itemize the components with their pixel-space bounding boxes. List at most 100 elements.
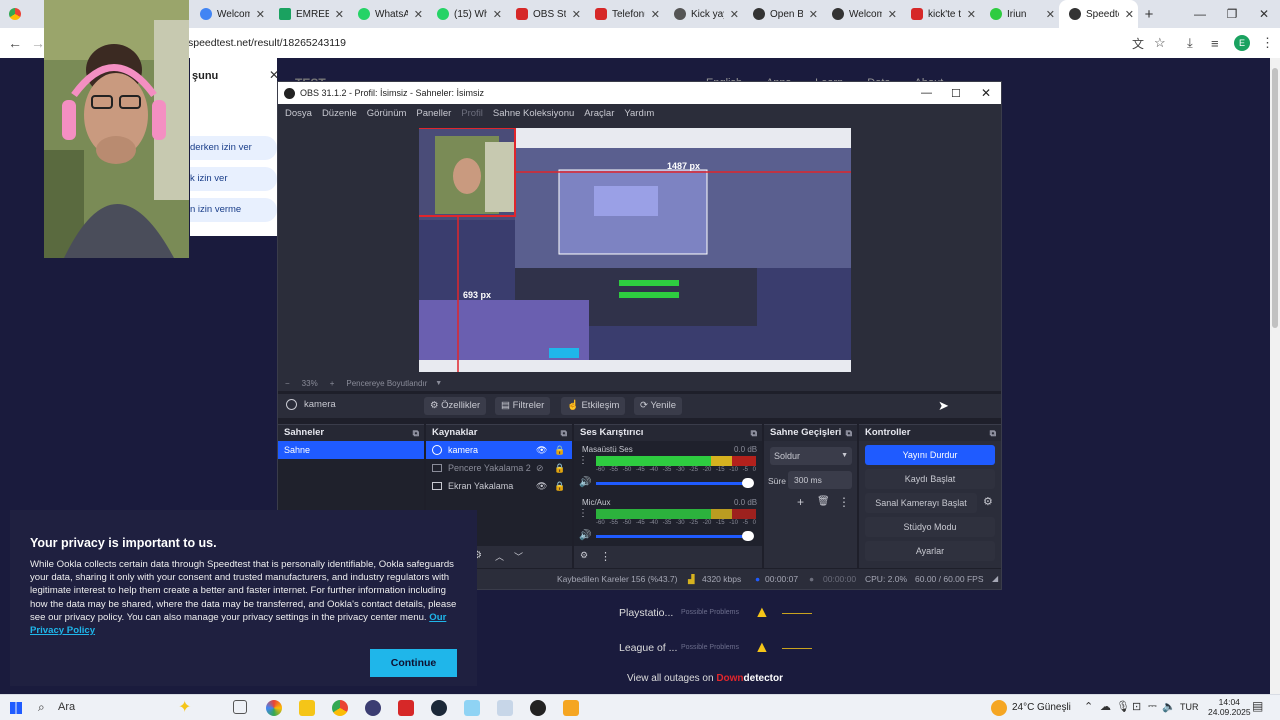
lock-icon[interactable]: 🔒	[554, 459, 565, 477]
channel-menu-icon[interactable]: ⋮	[578, 455, 588, 466]
download-icon[interactable]: ⤓	[1187, 35, 1193, 51]
dock-float-icon[interactable]: ⧉	[751, 425, 757, 441]
steam-icon[interactable]	[431, 700, 447, 716]
maximize-window-icon[interactable]: ❐	[1216, 7, 1248, 21]
outage-name[interactable]: Playstatio...	[619, 607, 673, 619]
view-all-outages-link[interactable]: View all outages on Downdetector	[627, 673, 783, 684]
dock-float-icon[interactable]: ⧉	[561, 425, 567, 441]
task-view-icon[interactable]	[233, 700, 247, 714]
dock-float-icon[interactable]: ⧉	[846, 425, 852, 441]
taskbar-search[interactable]: Ara	[58, 701, 75, 713]
obs-minimize-icon[interactable]: —	[921, 87, 932, 99]
resize-grip-icon[interactable]: ◢	[992, 574, 998, 583]
channel-menu-icon[interactable]: ⋮	[578, 508, 588, 519]
bookmark-star-icon[interactable]: ☆	[1154, 35, 1166, 51]
tray-window-icon[interactable]: ⊡	[1132, 700, 1141, 713]
obs-maximize-icon[interactable]: ☐	[951, 87, 961, 100]
menu-paneller[interactable]: Paneller	[416, 108, 451, 119]
browser-tab[interactable]: OBS Stu✕	[506, 0, 585, 28]
scene-item[interactable]: Sahne	[278, 441, 424, 459]
dock-float-icon[interactable]: ⧉	[413, 425, 419, 441]
duration-spinbox[interactable]: 300 ms	[788, 471, 852, 489]
minimize-window-icon[interactable]: —	[1184, 7, 1216, 21]
close-tab-icon[interactable]: ✕	[730, 8, 739, 21]
browser-tab[interactable]: EMREER✕	[269, 0, 348, 28]
close-tab-icon[interactable]: ✕	[651, 8, 660, 21]
chrome-menu-icon[interactable]	[0, 0, 30, 28]
profile-avatar[interactable]: E	[1234, 35, 1250, 51]
start-virtual-camera-button[interactable]: Sanal Kamerayı Başlat	[865, 493, 977, 513]
advanced-audio-icon[interactable]: ⚙	[580, 550, 588, 561]
browser-tab[interactable]: Welcome✕	[822, 0, 901, 28]
close-window-icon[interactable]: ✕	[1248, 7, 1280, 21]
browser-tab[interactable]: kick'te ta✕	[901, 0, 980, 28]
page-scrollbar[interactable]	[1270, 58, 1280, 694]
browser-tab[interactable]: Open Br✕	[743, 0, 822, 28]
close-tab-icon[interactable]: ✕	[888, 8, 897, 21]
url-field[interactable]: speedtest.net/result/18265243119	[188, 28, 346, 58]
menu-sahne-koleksiyonu[interactable]: Sahne Koleksiyonu	[493, 108, 574, 119]
move-down-icon[interactable]: ﹀	[514, 550, 523, 563]
close-tab-icon[interactable]: ✕	[1046, 8, 1055, 21]
popup-option-dont-allow[interactable]: n izin verme	[190, 198, 277, 222]
volume-slider[interactable]	[596, 535, 748, 538]
properties-button[interactable]: ⚙ Özellikler	[424, 397, 487, 415]
remove-transition-icon[interactable]: 🗑	[817, 496, 830, 507]
visibility-eye-icon[interactable]: 👁	[536, 441, 547, 459]
popup-option-allow-once[interactable]: k izin ver	[190, 167, 277, 191]
browser-tab[interactable]: WhatsApp✕	[348, 0, 427, 28]
microphone-icon[interactable]: 🎙	[1116, 700, 1130, 713]
preview-canvas[interactable]: 1487 px 693 px	[419, 128, 851, 372]
close-tab-icon[interactable]: ✕	[335, 8, 344, 21]
tray-chevron-icon[interactable]: ⌃	[1084, 700, 1093, 713]
tray-app-icon[interactable]: ☁	[1100, 700, 1111, 713]
studio-mode-button[interactable]: Stüdyo Modu	[865, 517, 995, 537]
popup-close-icon[interactable]: ✕	[269, 68, 279, 82]
app-orange-icon[interactable]	[563, 700, 579, 716]
browser-tab[interactable]: Welcome✕	[190, 0, 269, 28]
menu-araclar[interactable]: Araçlar	[584, 108, 614, 119]
new-tab-button[interactable]: +	[1138, 6, 1160, 23]
obs-taskbar-icon[interactable]	[530, 700, 546, 716]
more-menu-icon[interactable]: ⋮	[1261, 35, 1274, 51]
hidden-eye-icon[interactable]: ⊘	[536, 459, 544, 477]
close-tab-icon[interactable]: ✕	[967, 8, 976, 21]
chrome-taskbar-icon[interactable]	[332, 700, 348, 716]
scrollbar-thumb[interactable]	[1272, 68, 1278, 328]
media-queue-icon[interactable]: ≡	[1211, 36, 1219, 51]
zoom-in-icon[interactable]: +	[330, 379, 335, 388]
copilot-sparkle-icon[interactable]: ✦	[178, 697, 191, 717]
network-icon[interactable]: ⎓	[1148, 700, 1157, 713]
copilot-app-icon[interactable]	[266, 700, 282, 716]
speaker-icon[interactable]: 🔊	[579, 530, 591, 541]
browser-tab[interactable]: Telefonu✕	[585, 0, 664, 28]
weather-temp[interactable]: 24°C	[1012, 702, 1034, 713]
app-red-icon[interactable]	[398, 700, 414, 716]
browser-tab[interactable]: Iriun ✕	[980, 0, 1059, 28]
discord-icon[interactable]	[365, 700, 381, 716]
back-icon[interactable]: ←	[8, 35, 22, 51]
translate-icon[interactable]: 文	[1132, 35, 1144, 52]
dock-float-icon[interactable]: ⧉	[990, 425, 996, 441]
chevron-down-icon[interactable]: ▼	[435, 380, 442, 387]
mixer-menu-icon[interactable]: ⋮	[600, 550, 611, 563]
obs-close-icon[interactable]: ✕	[981, 86, 991, 100]
source-item-window-capture[interactable]: Pencere Yakalama 2 ⊘ 🔒	[426, 459, 572, 477]
file-explorer-icon[interactable]	[299, 700, 315, 716]
filters-button[interactable]: ▤ Filtreler	[495, 397, 551, 415]
source-item-camera[interactable]: kamera 👁 🔒	[426, 441, 572, 459]
fit-to-window-option[interactable]: Pencereye Boyutlandır	[346, 379, 427, 388]
menu-duzenle[interactable]: Düzenle	[322, 108, 357, 119]
lock-icon[interactable]: 🔒	[554, 441, 565, 459]
zoom-out-icon[interactable]: −	[285, 379, 290, 388]
app-window-icon[interactable]	[497, 700, 513, 716]
network-app-icon[interactable]	[464, 700, 480, 716]
source-item-display-capture[interactable]: Ekran Yakalama 👁 🔒	[426, 477, 572, 495]
speaker-icon[interactable]: 🔊	[579, 477, 591, 488]
transition-select[interactable]: Soldur ▼	[770, 447, 852, 465]
browser-tab-active[interactable]: Speedte✕	[1059, 0, 1138, 28]
browser-tab[interactable]: (15) Wha✕	[427, 0, 506, 28]
refresh-button[interactable]: ⟳ Yenile	[634, 397, 682, 415]
notification-icon[interactable]: ▤	[1252, 699, 1263, 713]
close-tab-icon[interactable]: ✕	[414, 8, 423, 21]
